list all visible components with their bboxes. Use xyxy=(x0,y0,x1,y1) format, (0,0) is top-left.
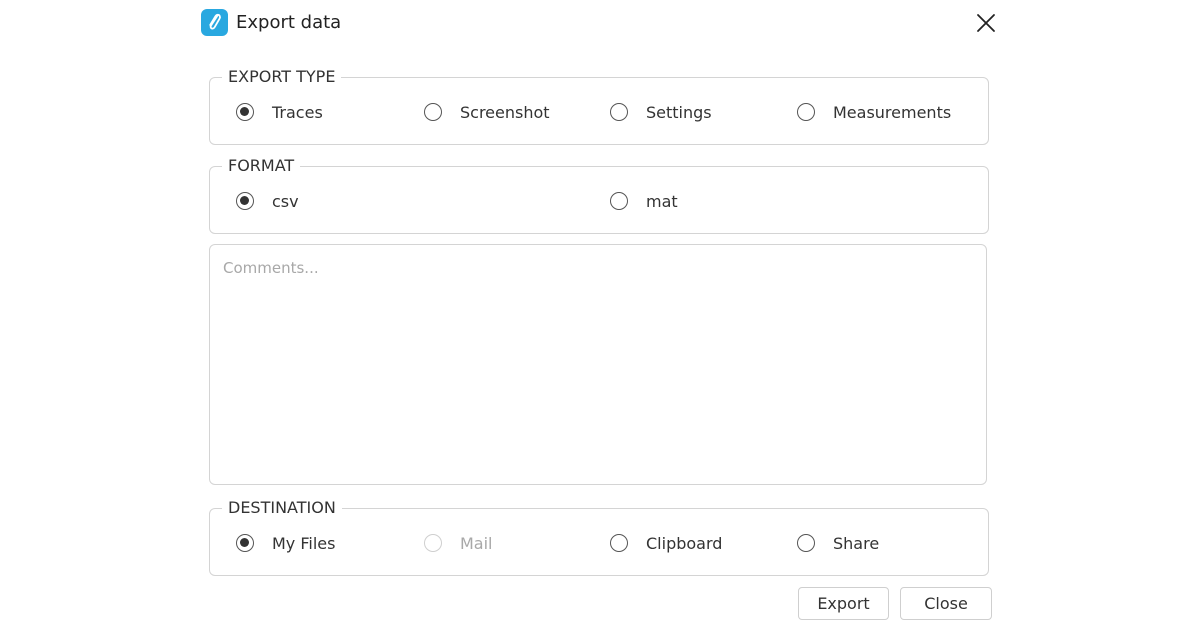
radio-label-mail: Mail xyxy=(460,533,493,553)
radio-mat[interactable]: mat xyxy=(610,190,678,212)
paperclip-logo-icon xyxy=(201,9,228,36)
export-type-legend: EXPORT TYPE xyxy=(222,66,342,88)
dialog-title: Export data xyxy=(236,12,342,33)
radio-button-checked[interactable] xyxy=(236,534,254,552)
radio-label-traces: Traces xyxy=(272,102,323,122)
radio-label-share: Share xyxy=(833,533,880,553)
radio-traces[interactable]: Traces xyxy=(236,101,323,123)
radio-label-screenshot: Screenshot xyxy=(460,102,550,122)
radio-button[interactable] xyxy=(424,103,442,121)
radio-my-files[interactable]: My Files xyxy=(236,532,335,554)
radio-csv[interactable]: csv xyxy=(236,190,299,212)
radio-label-measurements: Measurements xyxy=(833,102,952,122)
radio-clipboard[interactable]: Clipboard xyxy=(610,532,722,554)
export-data-dialog: Export data EXPORT TYPE Traces Screensho… xyxy=(0,0,1200,639)
radio-label-clipboard: Clipboard xyxy=(646,533,723,553)
export-type-group: EXPORT TYPE Traces Screenshot Settings M… xyxy=(209,66,989,145)
radio-button[interactable] xyxy=(610,192,628,210)
radio-label-my-files: My Files xyxy=(272,533,336,553)
export-button[interactable]: Export xyxy=(798,587,889,620)
radio-label-csv: csv xyxy=(272,191,299,211)
radio-button[interactable] xyxy=(610,103,628,121)
format-legend: FORMAT xyxy=(222,155,301,177)
radio-button[interactable] xyxy=(797,103,815,121)
radio-button-disabled xyxy=(424,534,442,552)
close-button[interactable]: Close xyxy=(900,587,992,620)
radio-button[interactable] xyxy=(610,534,628,552)
radio-button-checked[interactable] xyxy=(236,103,254,121)
radio-screenshot[interactable]: Screenshot xyxy=(424,101,550,123)
radio-button-checked[interactable] xyxy=(236,192,254,210)
radio-label-mat: mat xyxy=(646,191,678,211)
destination-legend: DESTINATION xyxy=(222,497,342,519)
radio-settings[interactable]: Settings xyxy=(610,101,712,123)
destination-group: DESTINATION My Files Mail Clipboard Shar… xyxy=(209,497,989,576)
radio-mail: Mail xyxy=(424,532,493,554)
comments-textarea[interactable] xyxy=(209,244,987,485)
close-icon[interactable] xyxy=(973,10,999,36)
format-group: FORMAT csv mat xyxy=(209,155,989,234)
radio-measurements[interactable]: Measurements xyxy=(797,101,951,123)
radio-label-settings: Settings xyxy=(646,102,712,122)
radio-share[interactable]: Share xyxy=(797,532,879,554)
radio-button[interactable] xyxy=(797,534,815,552)
